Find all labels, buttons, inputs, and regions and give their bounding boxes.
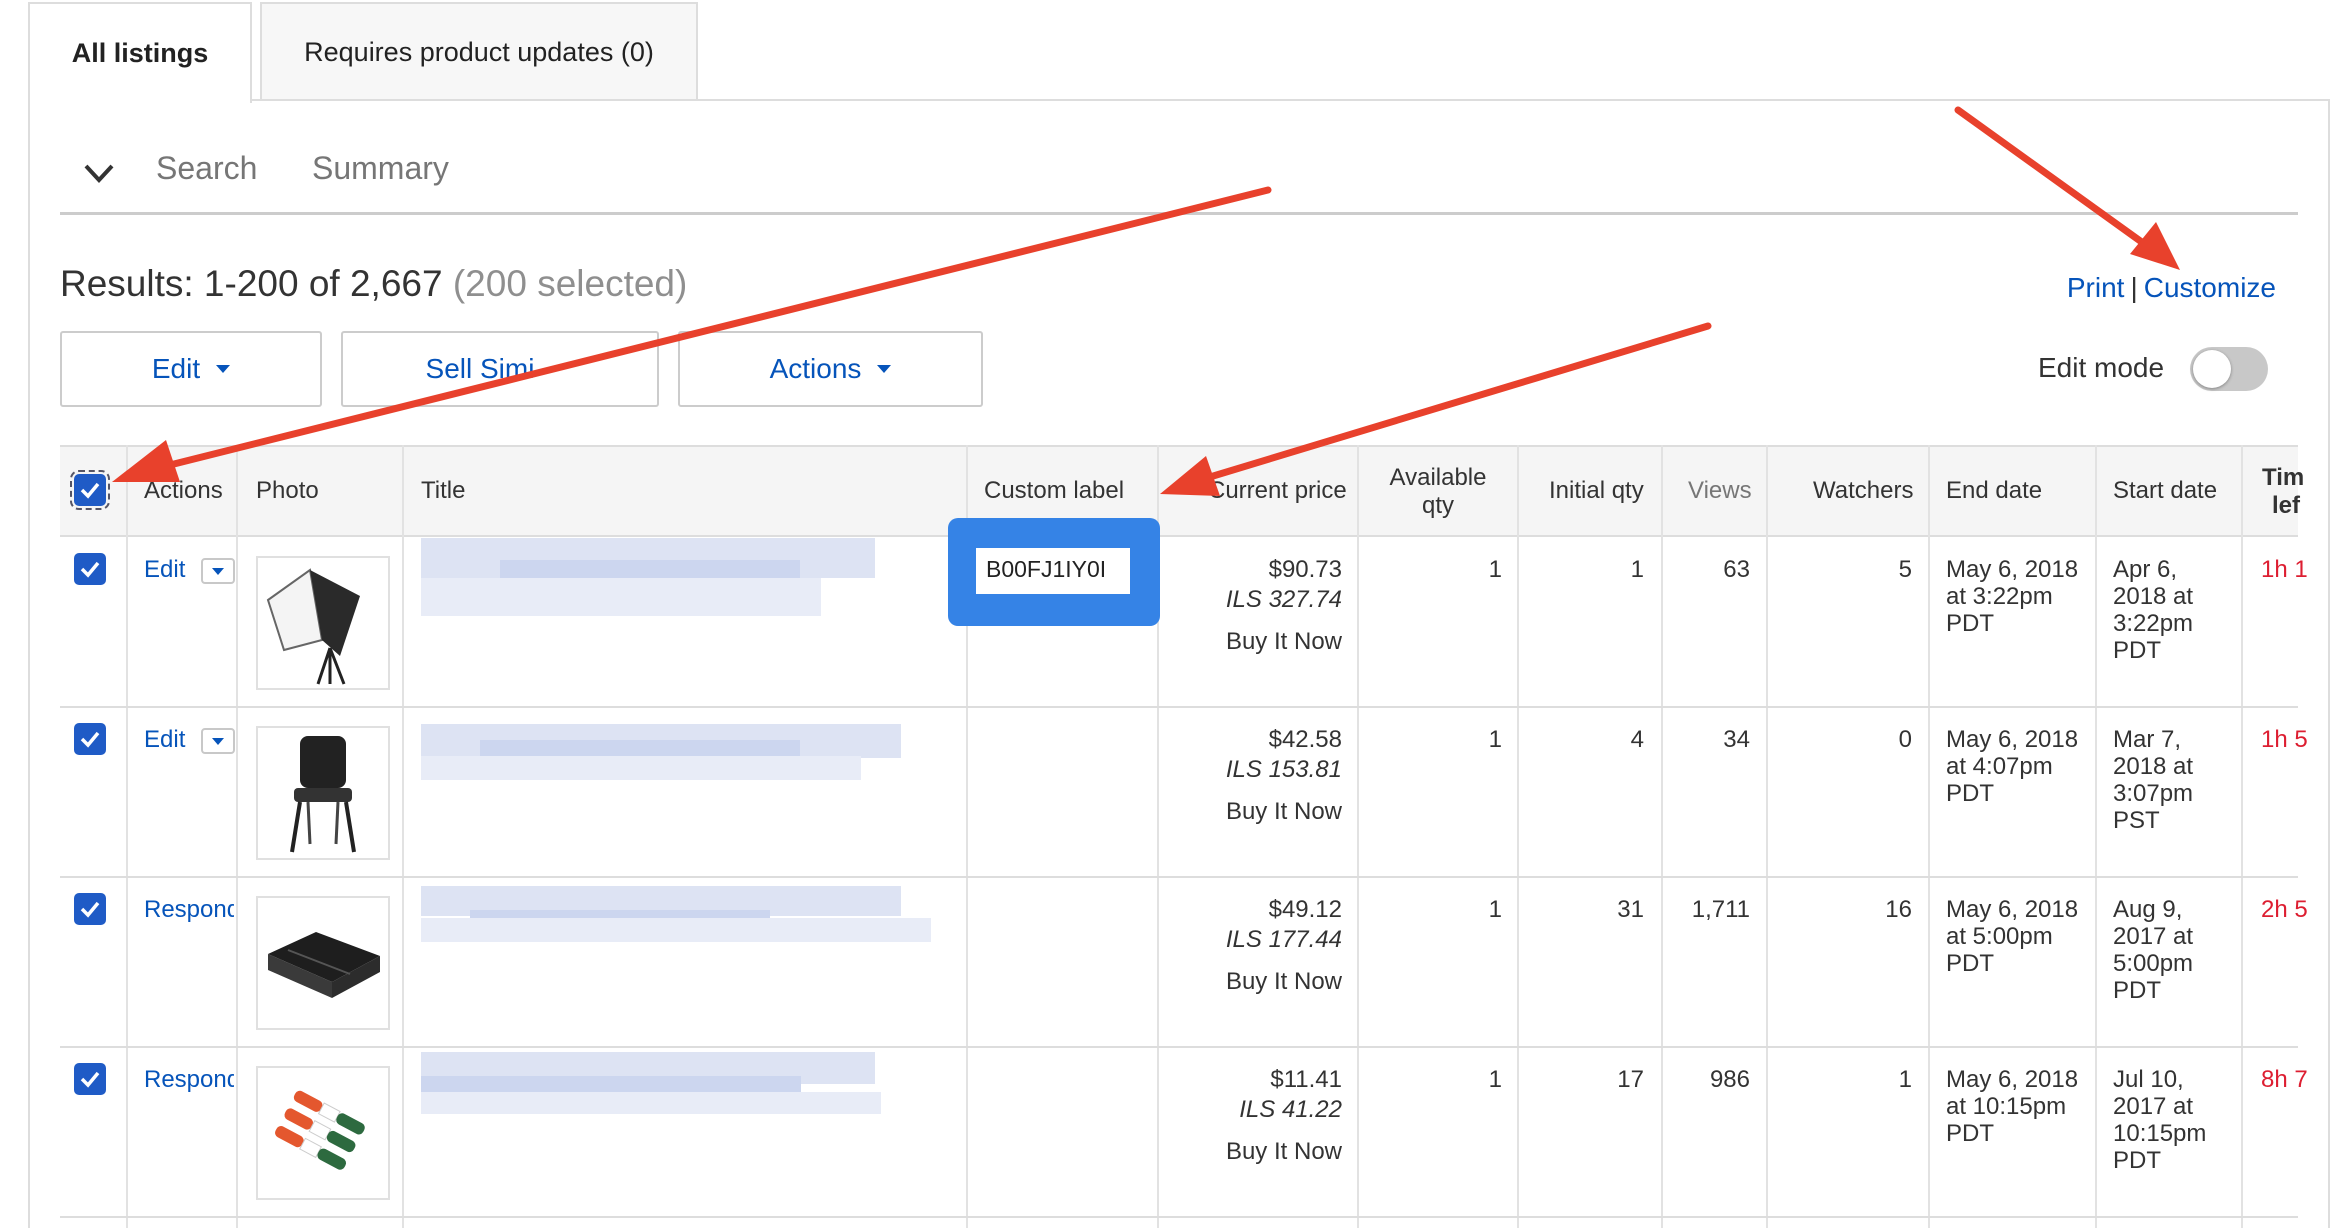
tab-all-listings[interactable]: All listings bbox=[28, 2, 252, 103]
arrow-icon bbox=[1160, 322, 1712, 496]
tab-all-listings-label: All listings bbox=[71, 38, 209, 68]
arrow-icon bbox=[112, 186, 1272, 482]
arrow-icon bbox=[1954, 106, 2180, 270]
annotation-arrows bbox=[112, 106, 2180, 496]
